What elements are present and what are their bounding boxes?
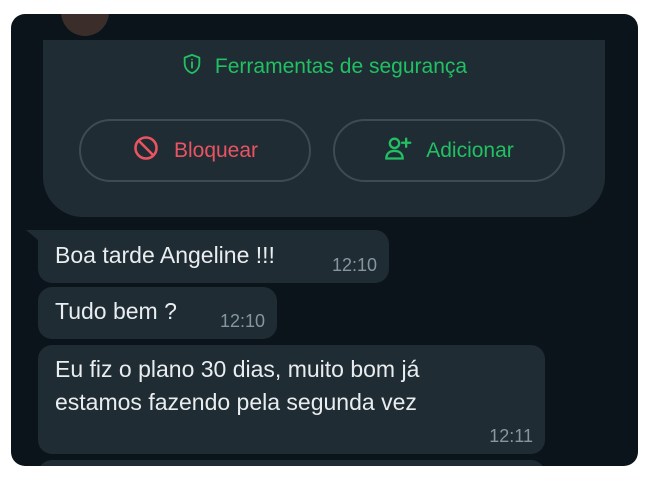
add-person-icon [384, 134, 412, 168]
message-text: Boa tarde Angeline !!! [55, 242, 275, 268]
message-bubble[interactable]: Tudo bem ? 12:10 [38, 287, 277, 339]
safety-card: Ferramentas de segurança Bloquear Adicio… [43, 40, 605, 217]
message-bubble[interactable]: Eu fiz o plano 30 dias, muito bom já est… [38, 345, 545, 454]
message-line: Eu fiz o plano 30 dias, muito bom já [55, 356, 420, 382]
block-button[interactable]: Bloquear [79, 119, 311, 182]
safety-tools-link[interactable]: Ferramentas de segurança [43, 52, 605, 82]
avatar[interactable] [61, 14, 109, 36]
message-time: 12:11 [489, 426, 533, 446]
add-label: Adicionar [426, 138, 514, 162]
message-bubble-partial[interactable] [38, 460, 545, 466]
bubble-tail [26, 230, 38, 240]
block-icon [132, 134, 160, 168]
shield-icon [181, 53, 203, 81]
message-text: Tudo bem ? [55, 298, 177, 324]
message-bubble[interactable]: Boa tarde Angeline !!! 12:10 [38, 230, 389, 283]
chat-screen: Ferramentas de segurança Bloquear Adicio… [11, 14, 638, 466]
message-time: 12:10 [219, 311, 265, 331]
message-line: estamos fazendo pela segunda vez [55, 389, 417, 415]
message-time: 12:10 [331, 255, 377, 275]
block-label: Bloquear [173, 138, 259, 162]
message-text: Eu fiz o plano 30 dias, muito bom já est… [55, 353, 419, 419]
safety-tools-label: Ferramentas de segurança [214, 55, 468, 78]
add-contact-button[interactable]: Adicionar [333, 119, 565, 182]
